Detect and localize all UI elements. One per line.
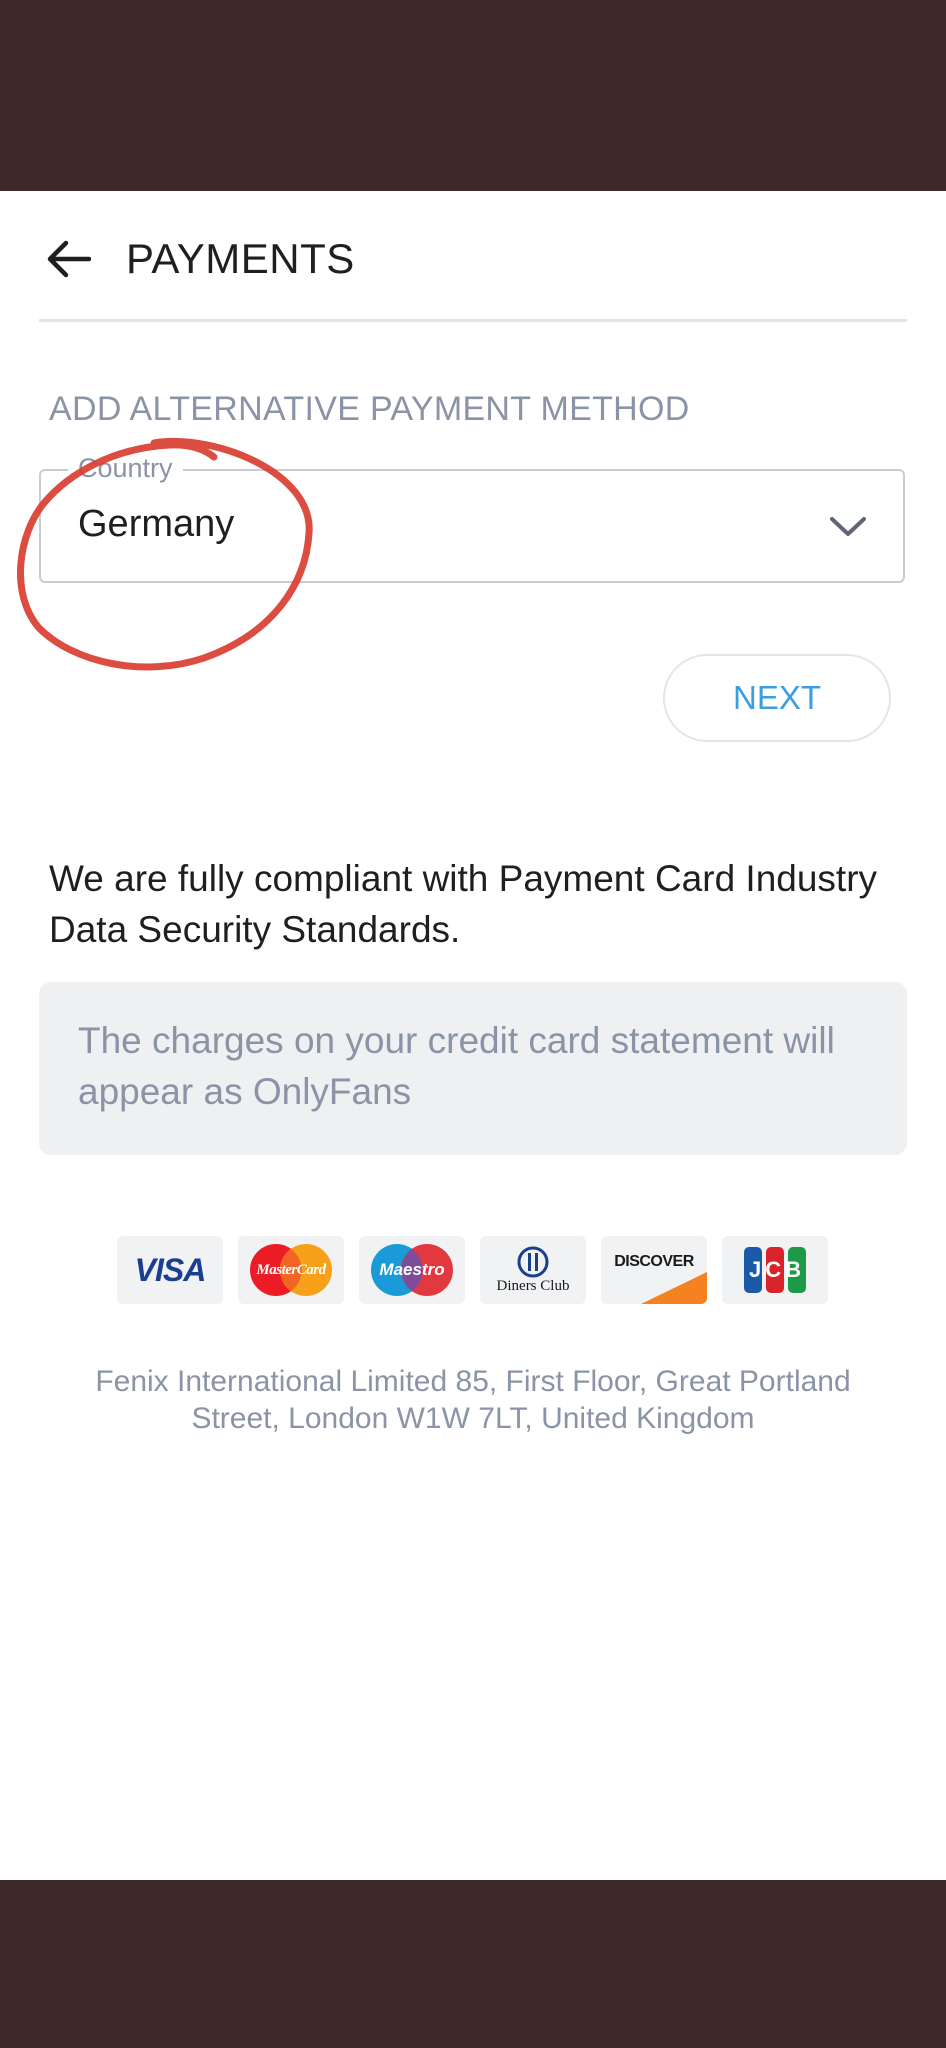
visa-logo-text: VISA bbox=[134, 1251, 207, 1288]
bottom-dark-bar bbox=[0, 1880, 946, 2048]
header: PAYMENTS bbox=[0, 191, 946, 322]
maestro-logo-text: Maestro bbox=[379, 1260, 445, 1279]
diners-club-logo-text: Diners Club bbox=[496, 1278, 570, 1294]
page-title: PAYMENTS bbox=[126, 235, 355, 282]
diners-club-icon bbox=[517, 1246, 549, 1278]
section-title: ADD ALTERNATIVE PAYMENT METHOD bbox=[49, 390, 690, 428]
country-select-value[interactable]: Germany bbox=[78, 499, 234, 549]
discover-logo: DISCOVER bbox=[601, 1236, 707, 1304]
diners-club-logo: Diners Club bbox=[480, 1236, 586, 1304]
info-text: The charges on your credit card statemen… bbox=[78, 1020, 835, 1112]
mastercard-logo: MasterCard bbox=[238, 1236, 344, 1304]
header-divider bbox=[39, 319, 907, 322]
maestro-logo: Maestro bbox=[359, 1236, 465, 1304]
back-button[interactable] bbox=[36, 227, 100, 291]
company-address: Fenix International Limited 85, First Fl… bbox=[95, 1365, 851, 1435]
country-select-label: Country bbox=[68, 451, 183, 485]
visa-logo: VISA bbox=[117, 1236, 223, 1304]
payments-screen: PAYMENTS ADD ALTERNATIVE PAYMENT METHOD … bbox=[0, 191, 946, 1880]
jcb-logo-text: JCB bbox=[748, 1257, 805, 1282]
jcb-logo: JCB bbox=[722, 1236, 828, 1304]
mastercard-logo-text: MasterCard bbox=[256, 1261, 326, 1278]
chevron-down-icon[interactable] bbox=[826, 509, 870, 545]
top-dark-bar bbox=[0, 0, 946, 191]
arrow-left-icon bbox=[47, 240, 91, 278]
discover-logo-text: DISCOVER bbox=[614, 1253, 694, 1270]
compliance-text: We are fully compliant with Payment Card… bbox=[49, 858, 878, 950]
next-button[interactable]: NEXT bbox=[663, 654, 891, 742]
